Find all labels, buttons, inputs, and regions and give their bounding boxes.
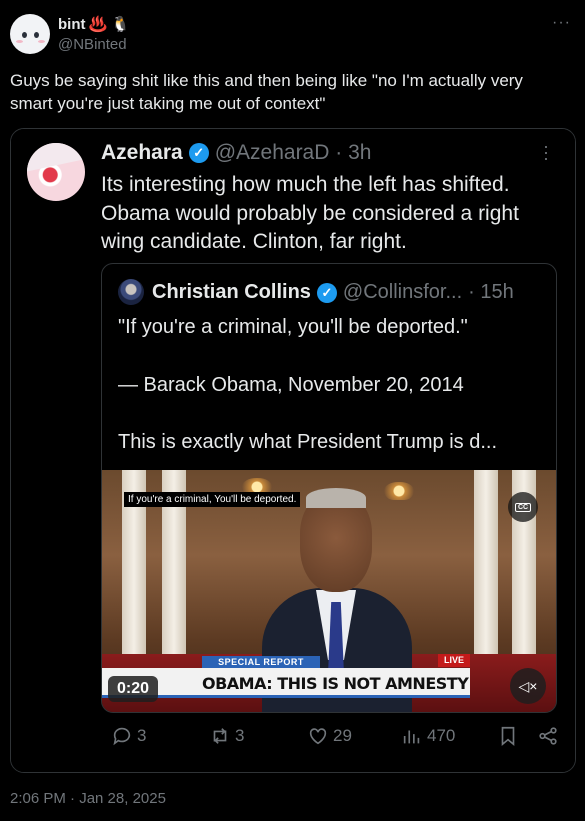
quoted-handle: @Collinsfor... (342, 281, 463, 303)
embedded-screenshot[interactable]: Azehara ✓ @AzeharaD · 3h · · · Its interes… (10, 128, 576, 773)
share-icon (539, 727, 557, 745)
video-frame: If you're a criminal, You'll be deported… (102, 470, 556, 712)
views-count: 470 (427, 726, 456, 745)
quoted-avatar (118, 279, 144, 305)
avatar[interactable] (10, 14, 50, 54)
share-action (537, 725, 559, 747)
mute-icon: ◁× (510, 668, 546, 704)
speaker-face (300, 494, 372, 592)
speaker-hair (306, 488, 366, 508)
more-vertical-icon: · · · (543, 136, 549, 168)
chandelier (384, 482, 414, 500)
heart-icon (309, 728, 327, 745)
repost-icon (213, 728, 227, 744)
quoted-line-3: This is exactly what President Trump is … (118, 431, 498, 453)
reply-count: 3 (137, 726, 147, 745)
banner-label: SPECIAL REPORT (202, 656, 320, 668)
views-action: 470 (401, 725, 455, 747)
tweet-header: bint ♨️ 🐧 @NBinted ··· (10, 12, 575, 56)
quoted-tweet: Christian Collins ✓ @Collinsfor... · 15h… (101, 263, 557, 713)
embedded-avatar (27, 143, 85, 201)
video-subtitle: If you're a criminal, You'll be deported… (124, 492, 301, 507)
tweet-timestamp[interactable]: 2:06 PM · Jan 28, 2025 (10, 790, 166, 807)
like-action: 29 (307, 725, 352, 747)
embedded-name: Azehara (101, 141, 183, 164)
quoted-time: · 15h (468, 281, 514, 303)
repost-count: 3 (235, 726, 245, 745)
avatar-blush (16, 40, 23, 43)
live-badge: LIVE (438, 654, 470, 667)
bookmark-action (497, 725, 519, 747)
embedded-handle: @AzeharaD · 3h (214, 141, 372, 164)
author-handle[interactable]: @NBinted (58, 36, 127, 53)
banner-text: OBAMA: THIS IS NOT AMNESTY (202, 674, 469, 693)
avatar-eye (34, 32, 39, 38)
author-emojis: ♨️ 🐧 (88, 16, 131, 33)
verified-icon: ✓ (188, 143, 209, 163)
closed-captions-icon: CC (508, 492, 538, 522)
quoted-name: Christian Collins (152, 281, 311, 303)
like-count: 29 (333, 726, 352, 745)
quoted-line-1: "If you're a criminal, you'll be deporte… (118, 316, 468, 338)
quoted-line-2: — Barack Obama, November 20, 2014 (118, 374, 464, 396)
avatar-eye (22, 32, 27, 38)
views-icon (403, 730, 420, 744)
reply-action: 3 (111, 725, 146, 747)
embedded-header: Azehara ✓ @AzeharaD · 3h (101, 141, 371, 165)
avatar-hair (27, 143, 85, 172)
cc-label: CC (514, 502, 532, 512)
bookmark-icon (501, 726, 515, 747)
screenshot-image: Azehara ✓ @AzeharaD · 3h · · · Its interes… (11, 129, 575, 772)
reply-icon (113, 727, 131, 746)
avatar-blush (38, 40, 45, 43)
video-time: 0:20 (108, 676, 158, 702)
author-name-row[interactable]: bint ♨️ 🐧 (58, 15, 131, 34)
author-name[interactable]: bint (58, 16, 86, 33)
quoted-header: Christian Collins ✓ @Collinsfor... · 15h (152, 281, 514, 304)
tweet-text: Guys be saying shit like this and then b… (10, 71, 523, 113)
embedded-actions: 3 3 29 470 (101, 725, 561, 753)
more-horizontal-icon[interactable]: ··· (552, 14, 571, 32)
repost-action: 3 (209, 725, 244, 747)
verified-icon: ✓ (316, 282, 337, 303)
embedded-text: Its interesting how much the left has sh… (101, 173, 519, 253)
